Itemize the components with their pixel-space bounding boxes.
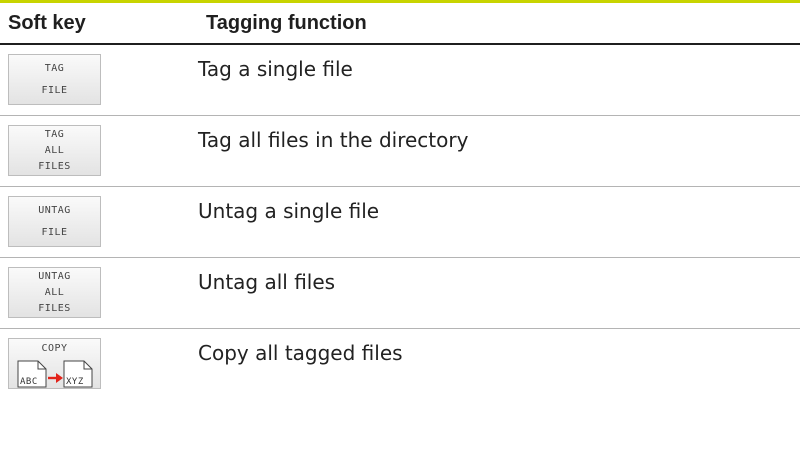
copy-files-icon-graphic: ABC XYZ	[17, 360, 92, 388]
copy-target-label: XYZ	[66, 377, 84, 387]
tag-file-softkey[interactable]: TAG FILE	[8, 54, 101, 105]
copy-files-icon: ABC XYZ	[16, 359, 94, 389]
row-description: Copy all tagged files	[198, 341, 403, 365]
tagging-functions-table: Soft key Tagging function TAG FILE Tag a…	[0, 0, 800, 399]
softkey-label-line: FILE	[41, 84, 68, 96]
row-description: Tag a single file	[198, 57, 353, 81]
table-row: TAG ALL FILES Tag all files in the direc…	[0, 116, 800, 187]
untag-file-softkey[interactable]: UNTAG FILE	[8, 196, 101, 247]
tag-all-files-softkey[interactable]: TAG ALL FILES	[8, 125, 101, 176]
softkey-label-line: TAG	[44, 128, 65, 140]
softkey-label-line: FILES	[38, 302, 71, 314]
table-row: TAG FILE Tag a single file	[0, 45, 800, 116]
table-row: COPY ABC XYZ Copy all tagged files	[0, 329, 800, 399]
softkey-label-line: ALL	[44, 144, 65, 156]
softkey-label-line: UNTAG	[38, 204, 71, 216]
table-row: UNTAG FILE Untag a single file	[0, 187, 800, 258]
header-tagging-function: Tagging function	[206, 11, 367, 34]
softkey-label-line: COPY	[41, 343, 68, 354]
untag-all-files-softkey[interactable]: UNTAG ALL FILES	[8, 267, 101, 318]
copy-softkey[interactable]: COPY ABC XYZ	[8, 338, 101, 389]
softkey-label-line: UNTAG	[38, 270, 71, 282]
row-description: Untag a single file	[198, 199, 380, 223]
table-header: Soft key Tagging function	[0, 3, 800, 45]
softkey-label-line: FILES	[38, 160, 71, 172]
table-row: UNTAG ALL FILES Untag all files	[0, 258, 800, 329]
row-description: Untag all files	[198, 270, 336, 294]
row-description: Tag all files in the directory	[198, 128, 469, 152]
softkey-label-line: TAG	[44, 62, 65, 74]
softkey-label-line: ALL	[44, 286, 65, 298]
softkey-label-line: FILE	[41, 226, 68, 238]
header-soft-key: Soft key	[8, 11, 86, 34]
copy-source-label: ABC	[20, 377, 38, 387]
